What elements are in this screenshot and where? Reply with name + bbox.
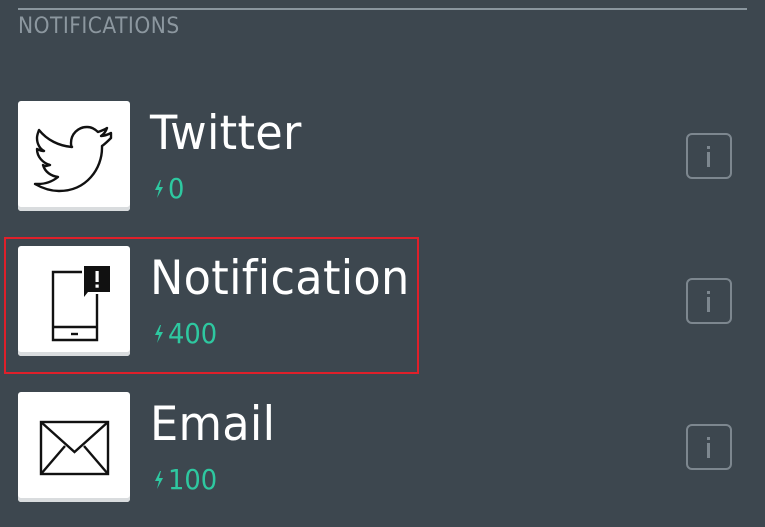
phone-notification-icon [51, 266, 110, 342]
energy-cost-value: 0 [168, 172, 185, 205]
section-divider [18, 8, 747, 10]
info-icon [707, 291, 710, 312]
energy-cost: 100 [154, 462, 221, 498]
section-title: NOTIFICATIONS [18, 14, 180, 39]
widget-tile-email[interactable] [18, 392, 130, 502]
widget-name: Twitter [150, 106, 302, 161]
energy-cost-value: 100 [168, 463, 218, 496]
energy-bolt-icon [155, 180, 163, 198]
info-icon [707, 437, 710, 458]
energy-bolt-icon [155, 325, 163, 343]
energy-cost: 400 [154, 316, 221, 352]
widget-tile-notification[interactable] [18, 246, 130, 356]
widget-tile-twitter[interactable] [18, 101, 130, 211]
energy-cost-value: 400 [168, 317, 218, 350]
widget-row-twitter[interactable]: Twitter 0 [0, 100, 765, 220]
info-icon [707, 146, 710, 167]
widget-row-notification[interactable]: Notification 400 [0, 245, 765, 365]
widget-name: Notification [150, 251, 410, 306]
twitter-bird-icon [33, 125, 113, 193]
info-button[interactable] [686, 133, 732, 179]
energy-bolt-icon [155, 471, 163, 489]
envelope-icon [39, 420, 110, 476]
widget-name: Email [150, 397, 276, 452]
info-button[interactable] [686, 424, 732, 470]
widget-row-email[interactable]: Email 100 [0, 391, 765, 511]
energy-cost: 0 [154, 171, 186, 207]
info-button[interactable] [686, 278, 732, 324]
